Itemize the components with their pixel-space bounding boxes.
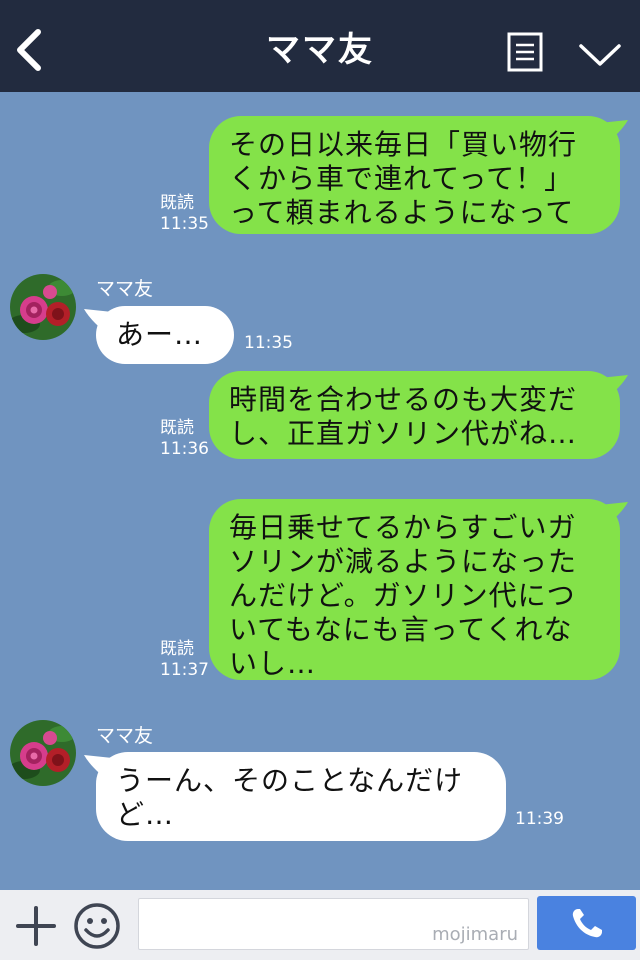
chat-title: ママ友 xyxy=(266,30,374,70)
chat-header: ママ友 xyxy=(0,0,640,92)
back-icon[interactable] xyxy=(12,28,48,72)
sender-name: ママ友 xyxy=(96,725,154,747)
read-receipt: 既読 11:35 xyxy=(160,193,209,235)
message-bubble: 毎日乗せてるからすごいガ ソリンが減るようになった んだけど。ガソリン代につ い… xyxy=(209,499,620,680)
message-bubble: うーん、そのことなんだけ ど… xyxy=(96,752,506,841)
avatar[interactable] xyxy=(10,274,76,340)
read-status: 既読 xyxy=(160,418,194,438)
avatar[interactable] xyxy=(10,720,76,786)
read-status: 既読 xyxy=(160,193,194,213)
message-time: 11:35 xyxy=(244,333,293,353)
chevron-down-icon[interactable] xyxy=(578,40,622,70)
read-receipt: 既読 11:37 xyxy=(160,639,209,681)
message-time: 11:39 xyxy=(515,809,564,829)
message-bubble: 時間を合わせるのも大変だ し、正直ガソリン代がね… xyxy=(209,371,620,459)
message-time: 11:36 xyxy=(160,439,209,459)
phone-icon xyxy=(572,909,602,938)
message-time: 11:35 xyxy=(160,214,209,234)
message-input[interactable]: mojimaru xyxy=(138,898,529,950)
smile-icon[interactable] xyxy=(73,902,121,950)
read-status: 既読 xyxy=(160,639,194,659)
call-button[interactable] xyxy=(537,896,636,950)
watermark: mojimaru xyxy=(432,924,518,945)
read-receipt: 既読 11:36 xyxy=(160,418,209,460)
message-bubble: その日以来毎日「買い物行 くから車で連れてって！」 って頼まれるようになって xyxy=(209,116,620,234)
input-bar: mojimaru xyxy=(0,890,640,960)
plus-icon[interactable] xyxy=(14,904,58,948)
message-time: 11:37 xyxy=(160,660,209,680)
message-bubble: あー… xyxy=(96,306,234,364)
sender-name: ママ友 xyxy=(96,278,154,300)
chat-area[interactable]: 既読 11:35 その日以来毎日「買い物行 くから車で連れてって！」 って頼まれ… xyxy=(0,92,640,890)
menu-icon[interactable] xyxy=(507,32,543,72)
